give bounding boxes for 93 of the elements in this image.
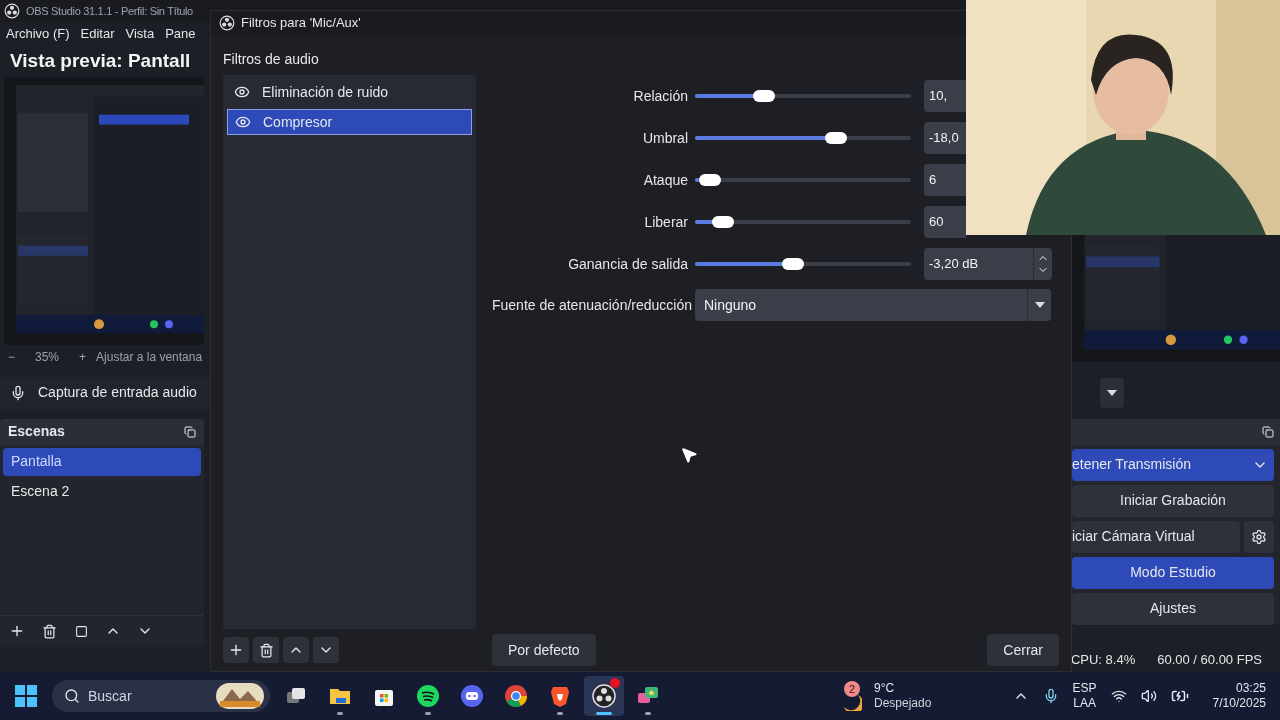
slider[interactable] [695,132,911,144]
filter-item[interactable]: Eliminación de ruido [227,79,472,105]
control-button[interactable]: etener Transmisión [1072,448,1274,481]
mouse-pointer-icon [680,446,698,464]
app-logo-icon [4,3,20,20]
plus-icon [228,642,244,658]
slider-thumb[interactable] [782,258,805,270]
scene-item[interactable]: Escena 2 [3,477,201,506]
caret-icon [1034,302,1045,308]
running-indicator [425,712,431,715]
filter-item[interactable]: Compresor [227,109,472,135]
slider-thumb[interactable] [753,90,776,102]
close-button[interactable]: Cerrar [987,634,1059,666]
window-title: Filtros para 'Mic/Aux' [241,14,361,33]
trash-icon [258,642,274,658]
visibility-icon[interactable] [235,114,251,130]
volume-icon[interactable] [1140,688,1157,704]
zoom-out-button[interactable]: − [8,347,15,366]
zoom-level: 35% [34,348,61,366]
search-field[interactable]: Buscar [88,685,208,707]
menu-item[interactable]: Vista [125,23,155,44]
source-name: Captura de entrada audio [38,383,197,403]
control-button[interactable]: iciar Cámara Virtual [1072,520,1240,553]
running-indicator [645,712,651,715]
gamepad-icon [460,684,484,708]
property-label: Ganancia de salida [567,254,688,274]
clock-time[interactable]: 03:25 [1235,681,1266,696]
wifi-icon[interactable] [1110,688,1127,704]
temperature: 9°C [874,681,896,696]
panel-title: Escenas [8,422,65,442]
trash-icon [41,623,57,639]
value-field[interactable]: 6 [924,164,966,196]
search-icon [64,688,80,704]
notification-badge: 2 [844,681,860,697]
caret-button[interactable] [1100,377,1124,408]
fit-window-button[interactable]: Ajustar a la ventana [96,347,203,366]
section-title: Filtros de audio [223,50,319,69]
float-panel-icon[interactable] [184,425,196,438]
settings-button[interactable] [1244,520,1274,553]
control-button[interactable]: Iniciar Grabación [1072,484,1274,517]
slider[interactable] [695,90,911,102]
visibility-icon[interactable] [234,84,250,100]
slider-thumb[interactable] [698,174,721,186]
property-label: Relación [632,86,688,106]
dropdown[interactable]: Ninguno [695,289,1051,321]
keyboard-layout[interactable]: LAA [1073,696,1096,711]
clock-date[interactable]: 7/10/2025 [1212,696,1266,711]
running-indicator [337,712,343,715]
window-title: OBS Studio 31.1.1 - Perfil: Sin Título [26,3,193,19]
control-button[interactable]: Modo Estudio [1072,556,1274,589]
fps-counter: 60.00 / 60.00 FPS [1157,650,1262,669]
property-label: Ataque [642,170,688,190]
slider[interactable] [695,174,911,186]
delete-button[interactable] [253,637,279,663]
scene-item[interactable]: Pantalla [3,447,201,476]
float-panel-icon[interactable] [1262,425,1274,438]
add-button[interactable] [223,637,249,663]
control-button[interactable]: Ajustes [1072,592,1274,625]
preview-title: Vista previa: Pantall [10,48,191,73]
start-icon[interactable] [14,684,38,708]
zoom-in-button[interactable]: + [79,347,87,366]
move-down-button[interactable] [313,637,339,663]
settings-icon [1251,528,1267,545]
weather-condition: Despejado [874,696,932,711]
caret-icon [1107,389,1117,396]
microphone-icon [10,384,26,401]
defaults-button[interactable]: Por defecto [492,634,596,666]
ring-icon [504,684,528,708]
search-bar[interactable]: Buscar [52,680,270,712]
running-indicator [557,712,563,715]
menu-item[interactable]: Pane [165,23,196,44]
slider[interactable] [695,216,911,228]
value-field[interactable]: 10, [924,80,966,112]
sound-waves-icon [416,684,440,708]
square-icon [74,624,88,638]
value-field[interactable]: -3,20 dB [924,248,1052,280]
move-up-button[interactable] [283,637,309,663]
taskbar-app-button[interactable] [584,676,624,716]
running-indicator [596,712,612,715]
cpu-usage: CPU: 8.4% [1070,650,1136,669]
menu-item[interactable]: Editar [80,23,115,44]
property-label: Umbral [641,128,688,148]
value-field[interactable]: 60 [924,206,966,238]
slider-thumb[interactable] [824,132,847,144]
slider[interactable] [695,258,911,270]
shield-icon [548,684,572,708]
language-code[interactable]: ESP [1072,681,1097,696]
property-label: Liberar [643,212,688,232]
value-field[interactable]: -18,0 [924,122,966,154]
circle-logo-icon [592,684,616,708]
slider-thumb[interactable] [712,216,735,228]
app-logo-icon [219,15,235,31]
menu-item[interactable]: Archivo (F) [6,23,70,44]
